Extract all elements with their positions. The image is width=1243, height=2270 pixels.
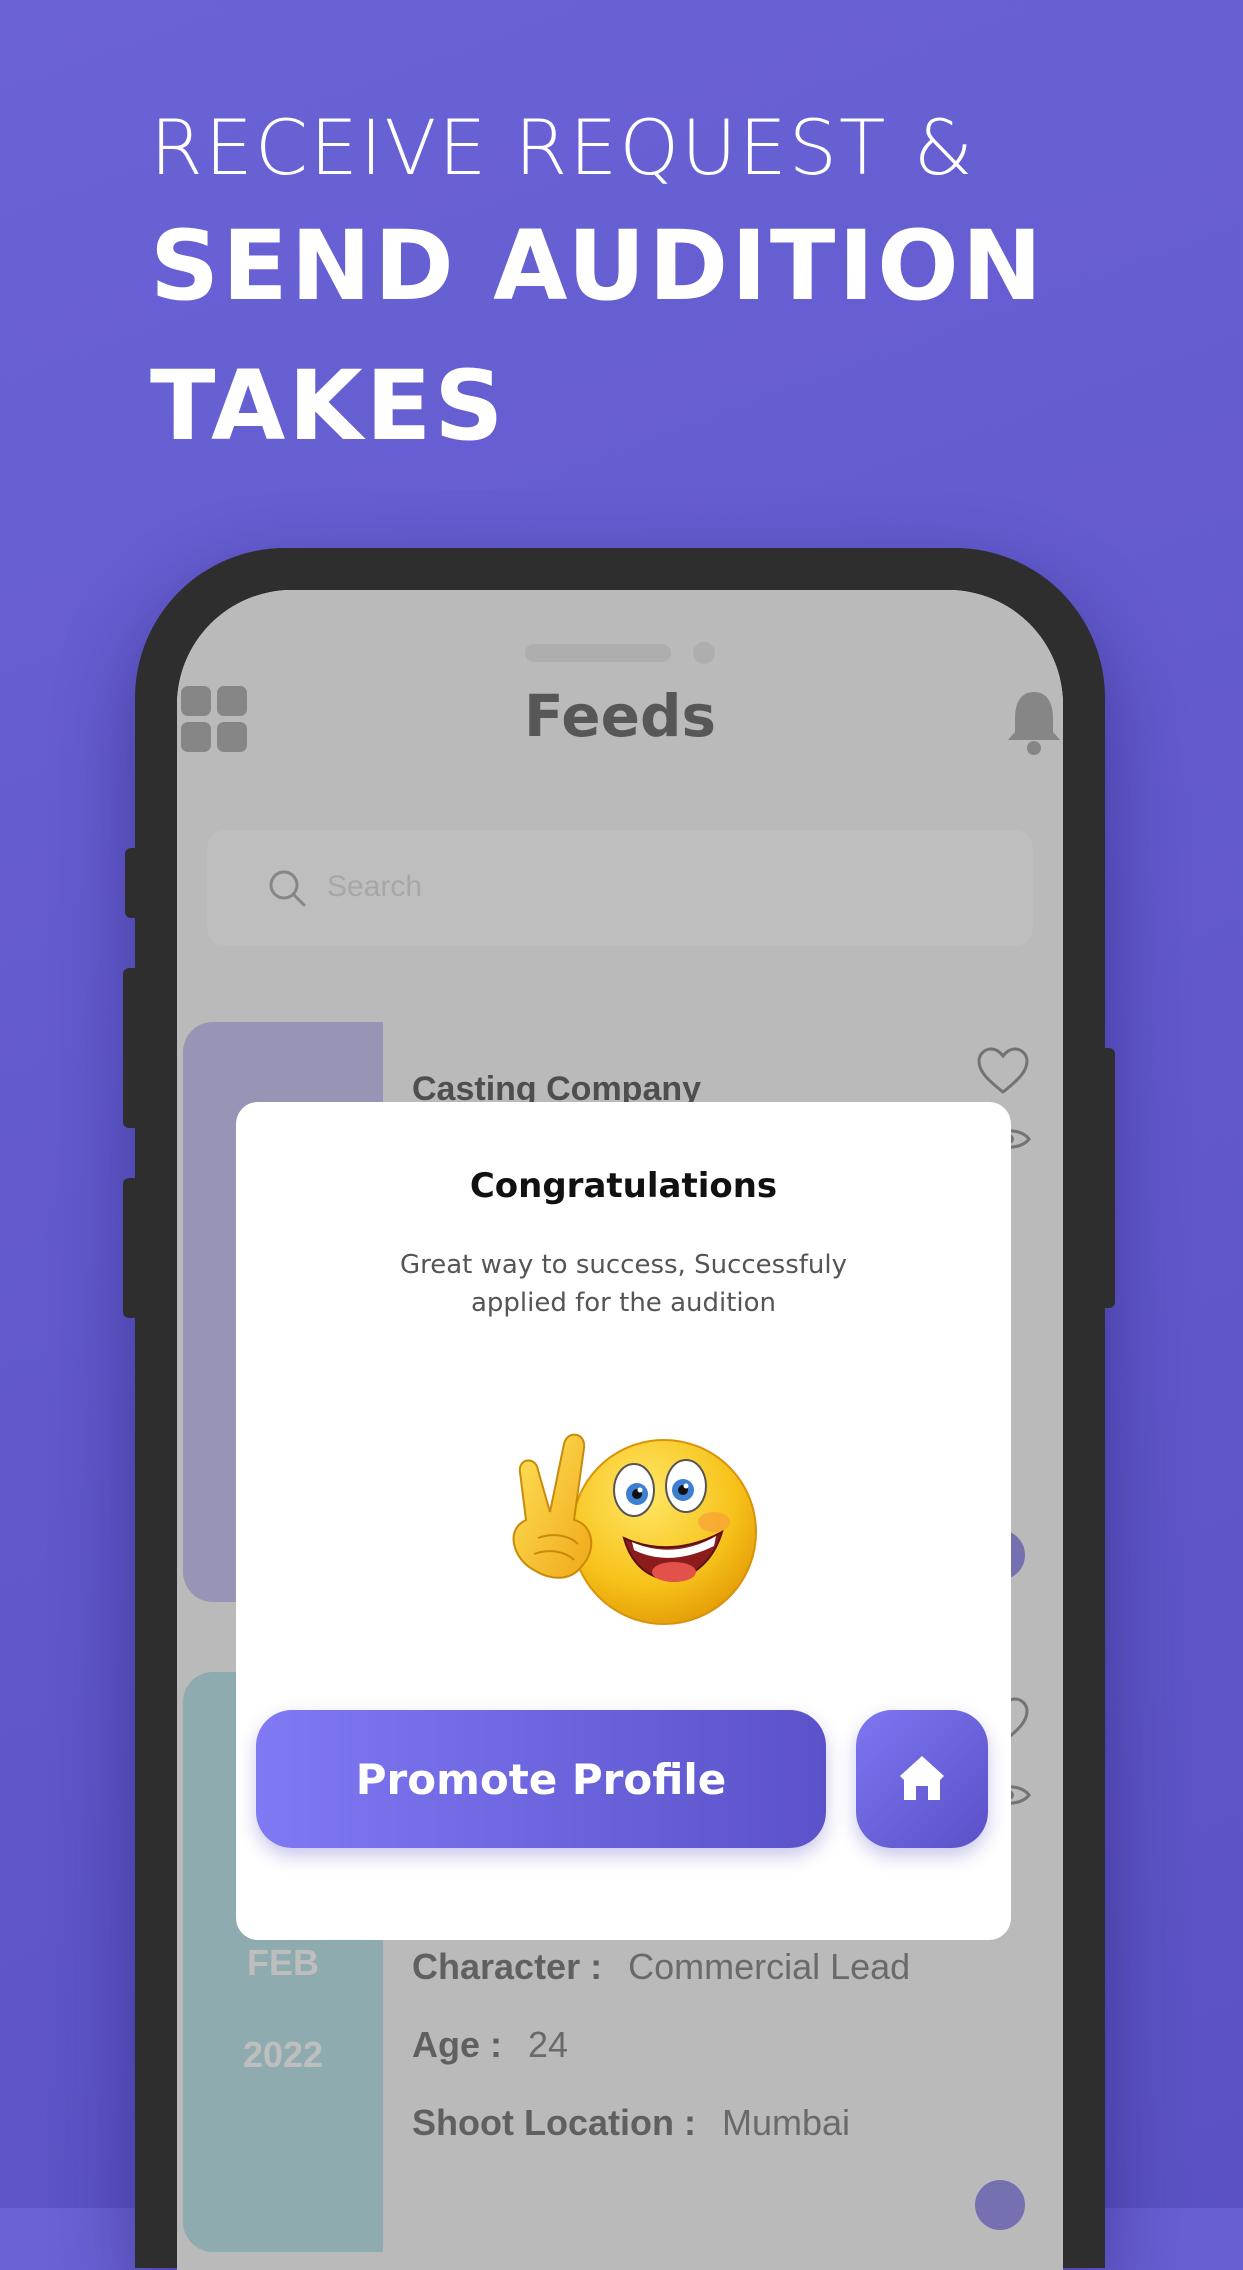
phone-mute-switch (125, 848, 141, 918)
congratulations-dialog: Congratulations Great way to success, Su… (236, 1102, 1011, 1940)
dialog-title: Congratulations (469, 1166, 778, 1206)
phone-volume-down (123, 1178, 139, 1318)
promo-headline: RECEIVE REQUEST & SEND AUDITION TAKES (150, 100, 1045, 476)
dialog-message: Great way to success, Successfuly applie… (399, 1250, 847, 1318)
headline-line-1: RECEIVE REQUEST & (150, 103, 975, 192)
phone-power-button (1099, 1048, 1115, 1308)
phone-volume-up (123, 968, 139, 1128)
home-button[interactable] (856, 1710, 988, 1848)
headline-line-2: SEND AUDITION (150, 210, 1046, 322)
promote-profile-button[interactable]: Promote Profile (256, 1710, 826, 1848)
home-icon (900, 1756, 944, 1800)
peace-sign-smiley-emoji-icon (512, 1433, 757, 1625)
headline-line-3: TAKES (150, 350, 507, 462)
